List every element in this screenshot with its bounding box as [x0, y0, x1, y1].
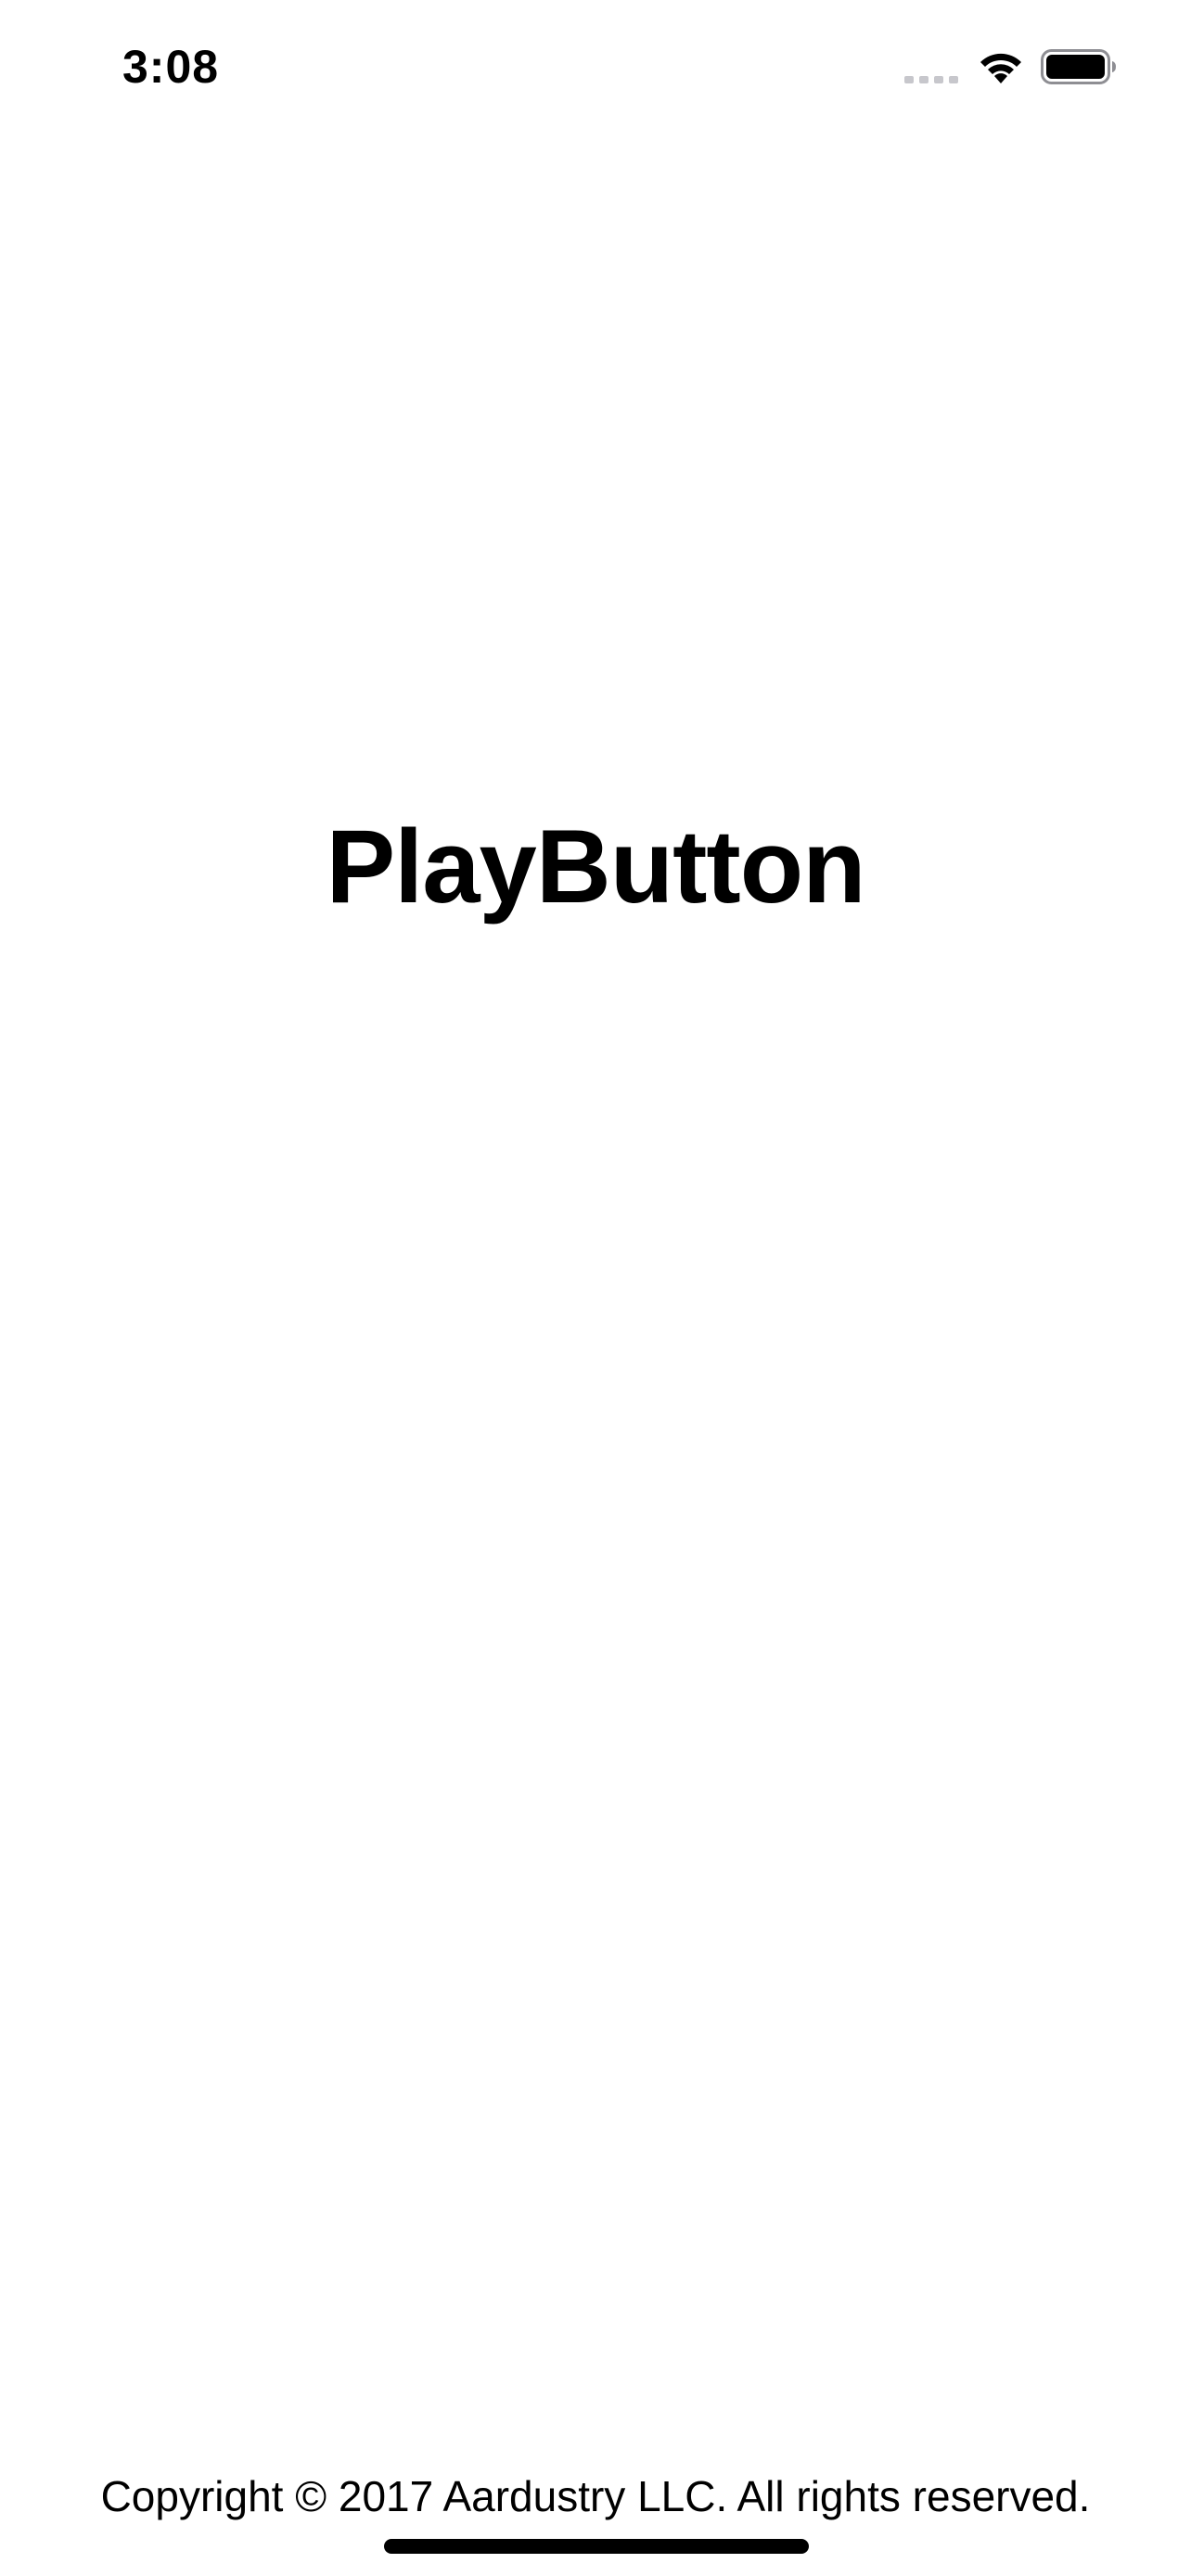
cellular-signal-icon [904, 76, 958, 83]
home-indicator[interactable] [384, 2539, 809, 2554]
battery-icon [1041, 49, 1116, 84]
wifi-icon [980, 53, 1021, 83]
status-time: 3:08 [122, 41, 220, 93]
copyright-text: Copyright © 2017 Aardustry LLC. All righ… [100, 2472, 1091, 2520]
status-bar: 3:08 [0, 0, 1191, 139]
app-title: PlayButton [326, 809, 865, 925]
